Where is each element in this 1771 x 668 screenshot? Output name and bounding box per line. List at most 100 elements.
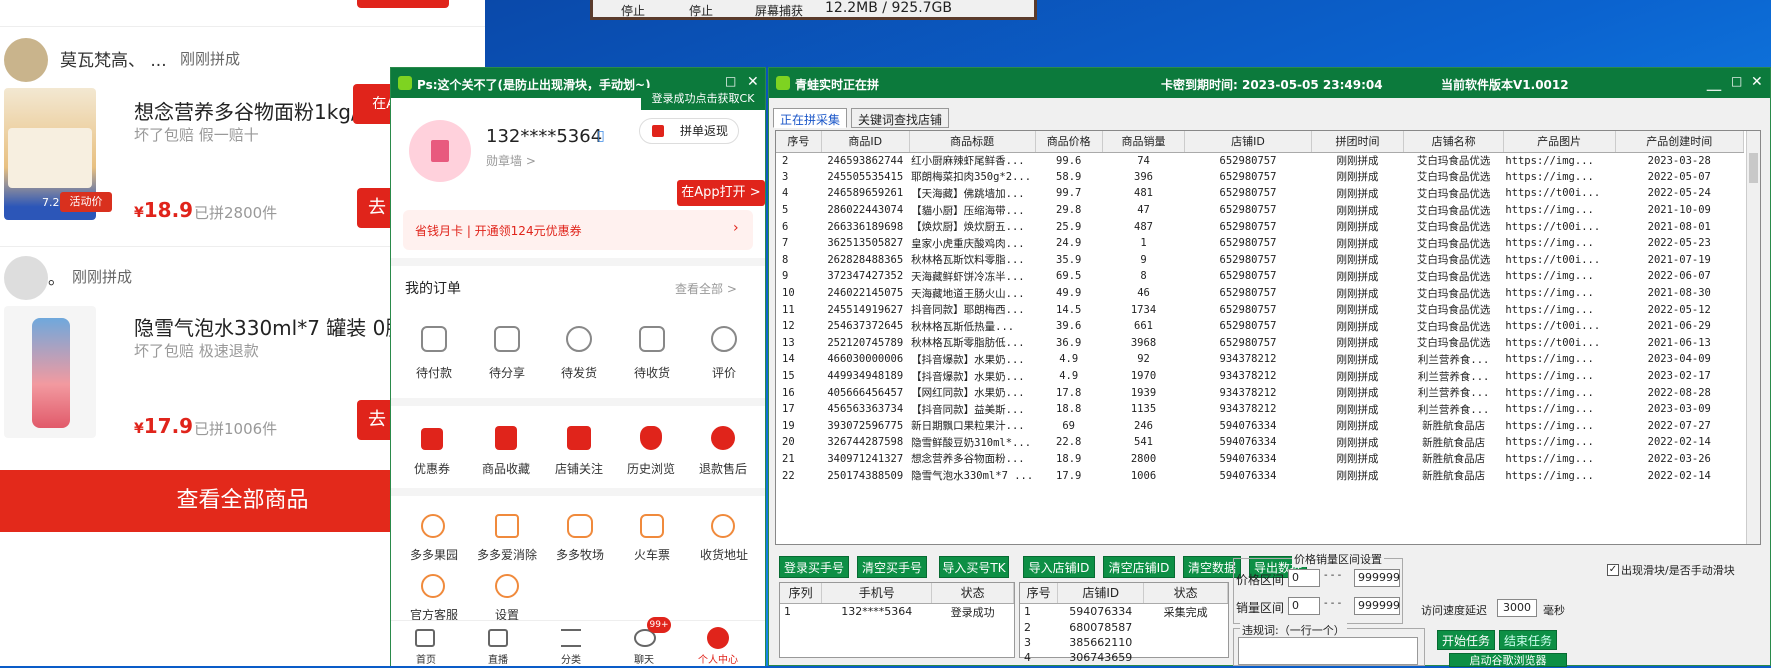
stop-task-button[interactable]: 结束任务 [1499,630,1557,650]
table-row[interactable]: 4 306743659 [1020,650,1228,665]
table-row[interactable]: 12 254637372645 秋林格瓦斯低热量... 39.6 661 65298075… [776,318,1744,335]
service-label[interactable]: 收货地址 [684,546,764,563]
column-header[interactable]: 店铺名称 [1403,131,1504,153]
service-label[interactable]: 优惠券 [392,460,472,477]
shop-follow-icon[interactable] [567,426,591,450]
column-header[interactable]: 产品图片 [1503,131,1616,153]
table-row[interactable]: 17 456563363734 【抖音同款】益美斯... 18.8 1135 934378… [776,401,1744,418]
column-header[interactable]: 拼团时间 [1311,131,1405,153]
table-row[interactable]: 14 466030000006 【抖音爆款】水果奶... 4.9 92 934378212… [776,351,1744,368]
table-row[interactable]: 11 245514919627 抖音同款】耶朗梅西... 14.5 1734 652980… [776,301,1744,318]
group-rebate-button[interactable]: 拼单返现 [639,118,739,144]
clear-shop-id-button[interactable]: 清空店铺ID [1103,556,1175,578]
column-header[interactable]: 序号 [1020,583,1059,604]
column-header[interactable]: 店铺ID [1057,583,1145,604]
table-row[interactable]: 16 405666456457 【网红同款】水果奶... 17.8 1939 934378… [776,384,1744,401]
table-row[interactable]: 9 372347427352 天海藏鲜虾饼冷冻半... 69.5 8 652980757 刚… [776,268,1744,285]
slider-checkbox[interactable]: ✓ [1607,564,1619,576]
settings-icon[interactable] [495,574,519,598]
column-header[interactable]: 商品标题 [909,131,1036,153]
order-label-share[interactable]: 待分享 [467,364,547,381]
order-label-receive[interactable]: 待收货 [612,364,692,381]
login-buyer-button[interactable]: 登录买手号 [779,556,849,578]
bag-icon[interactable] [495,426,517,450]
service-label[interactable]: 多多爱消除 [467,546,547,563]
top-cut-button[interactable] [357,0,449,8]
tab-live-collect[interactable]: 正在拼采集 [773,108,848,128]
table-row[interactable]: 10 246022145075 天海藏地道王肠火山... 49.9 46 65298075… [776,285,1744,302]
service-label[interactable]: 多多牧场 [540,546,620,563]
home-icon[interactable] [415,629,435,647]
coupon-icon[interactable] [421,428,443,450]
table-row[interactable]: 4 246589659261 【天海藏】佛跳墙加... 99.7 481 65298075… [776,185,1744,202]
footprint-icon[interactable] [640,426,662,450]
table-row[interactable]: 1 594076334 采集完成 [1020,603,1228,620]
order-label-pay[interactable]: 待付款 [394,364,474,381]
share-icon[interactable] [494,326,520,352]
import-buyer-tk-button[interactable]: 导入买号TK [939,556,1009,578]
price-max-input[interactable]: 999999 [1354,569,1400,587]
service-label[interactable]: 商品收藏 [466,460,546,477]
close-icon[interactable]: ✕ [1751,74,1763,90]
nav-label[interactable]: 直播 [458,651,538,666]
product-image-soda[interactable] [4,306,96,438]
clear-buyer-button[interactable]: 清空买手号 [857,556,927,578]
product-title[interactable]: 隐雪气泡水330ml*7 罐装 0脂肪 [134,312,425,341]
column-header[interactable]: 状态 [1143,583,1228,604]
table-row[interactable]: 8 262828488365 秋林格瓦斯饮料零脂... 35.9 9 652980757 刚… [776,252,1744,269]
service-label[interactable]: 退款售后 [683,460,763,477]
maximize-icon[interactable]: □ [1731,74,1742,88]
table-scrollbar[interactable] [1746,131,1760,544]
view-all-orders-link[interactable]: 查看全部 > [675,280,737,297]
wallet-icon[interactable] [421,326,447,352]
delay-input[interactable]: 3000 [1497,599,1537,617]
column-header[interactable]: 序号 [776,131,822,153]
avatar[interactable] [409,120,471,182]
column-header[interactable]: 商品价格 [1035,131,1103,153]
maximize-icon[interactable]: □ [725,74,736,88]
medal-wall-link[interactable]: 勋章墙 > [486,152,536,169]
launch-chrome-button[interactable]: 启动谷歌浏览器 [1449,653,1567,667]
profile-icon[interactable] [707,627,729,649]
table-row[interactable]: 5 286022443074 【貓小厨】压缩海带... 29.8 47 652980757… [776,202,1744,219]
truck-icon[interactable] [639,326,665,352]
headset-icon[interactable] [421,574,445,598]
table-row[interactable]: 21 340971241327 想念营养多谷物面粉... 18.9 2800 594076… [776,451,1744,468]
order-label-review[interactable]: 评价 [684,364,764,381]
import-shop-id-button[interactable]: 导入店铺ID [1023,556,1095,578]
product-title[interactable]: 想念营养多谷物面粉1kg/2. [134,96,377,125]
savings-card-banner[interactable]: 省钱月卡 | 开通领124元优惠券 › [403,210,753,250]
start-task-button[interactable]: 开始任务 [1437,630,1495,650]
column-header[interactable]: 产品创建时间 [1615,131,1744,153]
train-icon[interactable] [640,514,664,538]
table-row[interactable]: 2 246593862744 红小厨麻辣虾尾鲜香... 99.6 74 652980757… [776,152,1744,169]
service-label[interactable]: 多多果园 [394,546,474,563]
scrollbar-thumb[interactable] [1749,153,1758,183]
column-header[interactable]: 商品销量 [1102,131,1186,153]
star-icon[interactable] [711,326,737,352]
sales-min-input[interactable]: 0 [1288,597,1320,615]
category-icon[interactable] [561,629,581,647]
table-row[interactable]: 19 393072596775 新日期飘口果粒果汁... 69 246 594076334… [776,418,1744,435]
column-header[interactable]: 手机号 [821,583,933,604]
table-row[interactable]: 6 266336189698 【焕炊厨】焕炊厨五... 25.9 487 65298075… [776,218,1744,235]
nav-label[interactable]: 个人中心 [678,651,758,666]
order-label-ship[interactable]: 待发货 [539,364,619,381]
sales-max-input[interactable]: 999999 [1354,597,1400,615]
nav-label[interactable]: 首页 [386,651,466,666]
column-header[interactable]: 店铺ID [1184,131,1312,153]
table-row[interactable]: 15 449934948189 【抖音爆款】水果奶... 4.9 1970 9343782… [776,368,1744,385]
clock-icon[interactable] [566,326,592,352]
elimination-icon[interactable] [495,514,519,538]
tab-keyword-search[interactable]: 关键词查找店铺 [851,108,950,128]
table-row[interactable]: 7 362513505827 皇家小虎重庆酸鸡肉... 24.9 1 652980757 刚… [776,235,1744,252]
pasture-icon[interactable] [567,514,593,538]
orchard-icon[interactable] [421,514,445,538]
column-header[interactable]: 状态 [931,583,1014,604]
get-ck-button[interactable]: 登录成功点击获取CK [641,88,765,110]
service-label[interactable]: 店铺关注 [539,460,619,477]
table-row[interactable]: 22 250174388509 隐雪气泡水330ml*7 ... 17.9 1006 59… [776,467,1744,484]
nav-label[interactable]: 聊天 [604,651,684,666]
column-header[interactable]: 商品ID [821,131,910,153]
price-min-input[interactable]: 0 [1288,569,1320,587]
